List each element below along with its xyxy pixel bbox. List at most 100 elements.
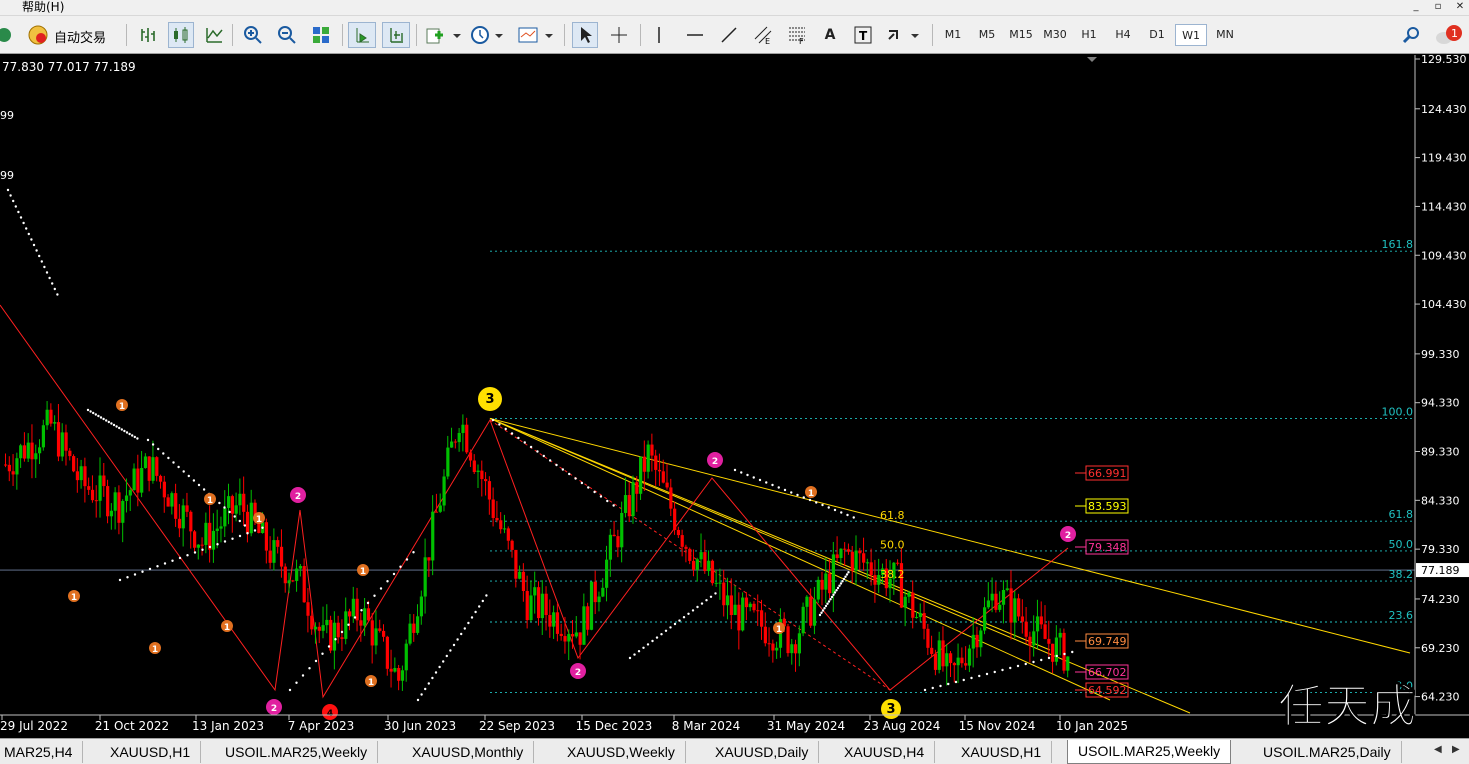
templates-dropdown-icon[interactable] bbox=[516, 22, 554, 48]
tile-windows-icon[interactable] bbox=[308, 22, 334, 48]
candle-body bbox=[737, 604, 741, 631]
line-chart-icon[interactable] bbox=[202, 22, 226, 48]
auto-trade-icon[interactable] bbox=[26, 22, 50, 48]
candle-body bbox=[790, 644, 794, 654]
candle-body bbox=[986, 600, 990, 608]
restore-icon[interactable]: ▫ bbox=[1430, 0, 1446, 14]
equidistant-channel-icon[interactable]: E bbox=[750, 22, 776, 48]
chart-tab[interactable]: MAR25,H4 bbox=[0, 741, 84, 763]
close-icon[interactable]: ✕ bbox=[1452, 0, 1468, 14]
candle-body bbox=[117, 492, 121, 523]
candle-body bbox=[389, 668, 393, 672]
arrows-dropdown-icon[interactable] bbox=[884, 22, 922, 48]
candle-body bbox=[465, 424, 469, 453]
candle-body bbox=[967, 648, 972, 666]
timeframe-m30[interactable]: M30 bbox=[1039, 24, 1071, 46]
wave-label-number: 2 bbox=[271, 704, 277, 714]
sar-dot bbox=[1040, 658, 1043, 662]
candle-body bbox=[567, 634, 571, 642]
price-axis-label: 119.430 bbox=[1421, 152, 1467, 165]
sar-dot bbox=[427, 682, 430, 685]
cursor-icon[interactable] bbox=[572, 22, 598, 48]
trendline-icon[interactable] bbox=[716, 22, 742, 48]
horizontal-line-icon[interactable] bbox=[682, 22, 708, 48]
timeframe-m15[interactable]: M15 bbox=[1005, 24, 1037, 46]
autoscroll-icon[interactable] bbox=[382, 22, 410, 48]
candle-body bbox=[918, 613, 922, 618]
chart-tab[interactable]: XAUUSD,Daily bbox=[705, 741, 820, 763]
candle-body bbox=[975, 634, 979, 648]
sar-dot bbox=[223, 540, 227, 543]
price-axis-label: 94.330 bbox=[1421, 397, 1460, 410]
candle-body bbox=[457, 432, 461, 443]
indicators-dropdown-icon[interactable] bbox=[424, 22, 462, 48]
sar-dot bbox=[386, 580, 389, 583]
sar-dot bbox=[746, 473, 749, 477]
chart-tab[interactable]: XAUUSD,Monthly bbox=[402, 741, 535, 763]
bar-chart-icon[interactable] bbox=[136, 22, 160, 48]
timeframe-d1[interactable]: D1 bbox=[1141, 24, 1173, 46]
text-label-icon[interactable]: T bbox=[850, 22, 876, 48]
sar-dot bbox=[126, 576, 129, 579]
candle-body bbox=[510, 540, 514, 550]
auto-trade-button[interactable]: 自动交易 bbox=[54, 27, 106, 46]
candle-body bbox=[325, 619, 329, 626]
chart-tab[interactable]: XAUUSD,Weekly bbox=[557, 741, 686, 763]
menu-help[interactable]: 帮助(H) bbox=[22, 0, 64, 15]
sar-dot bbox=[771, 483, 774, 487]
timeframe-w1[interactable]: W1 bbox=[1175, 24, 1207, 46]
tab-scroll-left-icon[interactable]: ◀ bbox=[1434, 744, 1442, 755]
candle-body bbox=[1054, 637, 1059, 662]
timeframe-m1[interactable]: M1 bbox=[937, 24, 969, 46]
globe-icon[interactable] bbox=[0, 22, 14, 48]
timeframe-h4[interactable]: H4 bbox=[1107, 24, 1139, 46]
zoom-in-icon[interactable] bbox=[240, 22, 266, 48]
candle-body bbox=[688, 548, 692, 561]
vertical-line-icon[interactable] bbox=[648, 22, 670, 48]
price-chart[interactable]: 161.8100.061.850.038.223.60.061.850.038.… bbox=[0, 55, 1469, 737]
candle-body bbox=[605, 559, 609, 588]
candle-body bbox=[450, 441, 454, 448]
tab-scroll-right-icon[interactable]: ▶ bbox=[1452, 744, 1460, 755]
sar-dot bbox=[223, 506, 226, 509]
chart-tab[interactable]: USOIL.MAR25,Daily bbox=[1253, 741, 1402, 763]
chart-tab[interactable]: XAUUSD,H1 bbox=[951, 741, 1053, 763]
sar-dot bbox=[171, 559, 174, 562]
sar-dot bbox=[1024, 662, 1027, 666]
text-icon[interactable]: A bbox=[818, 22, 842, 48]
chart-tab[interactable]: USOIL.MAR25,Weekly bbox=[215, 741, 379, 763]
candle-body bbox=[234, 505, 238, 514]
fibonacci-icon[interactable]: F bbox=[784, 22, 810, 48]
sar-dot bbox=[682, 616, 686, 619]
date-axis-label: 31 May 2024 bbox=[767, 719, 845, 733]
candle-body bbox=[650, 444, 654, 456]
candle-body bbox=[971, 634, 975, 649]
sar-dot bbox=[587, 486, 590, 489]
candlestick-icon[interactable] bbox=[168, 22, 194, 48]
chart-shift-icon[interactable] bbox=[348, 22, 376, 48]
sar-dot bbox=[555, 463, 558, 467]
candle-body bbox=[903, 596, 907, 608]
sar-dot bbox=[740, 471, 743, 474]
chart-tab[interactable]: XAUUSD,H4 bbox=[834, 741, 936, 763]
sar-dot bbox=[353, 616, 357, 619]
search-icon[interactable] bbox=[1400, 22, 1424, 48]
minimize-icon[interactable]: _ bbox=[1408, 0, 1424, 14]
timeframe-m5[interactable]: M5 bbox=[971, 24, 1003, 46]
chart-tab[interactable]: XAUUSD,H1 bbox=[100, 741, 202, 763]
candle-body bbox=[1062, 632, 1066, 671]
candle-body bbox=[1039, 616, 1043, 625]
sar-dot bbox=[815, 501, 818, 504]
timeframe-mn[interactable]: MN bbox=[1209, 24, 1241, 46]
timeframe-h1[interactable]: H1 bbox=[1073, 24, 1105, 46]
alerts-icon[interactable]: 1 bbox=[1434, 22, 1464, 48]
crosshair-icon[interactable] bbox=[606, 22, 632, 48]
sar-dot bbox=[105, 419, 108, 422]
chart-tab-active[interactable]: USOIL.MAR25,Weekly bbox=[1067, 740, 1232, 764]
candle-body bbox=[302, 566, 306, 603]
periods-dropdown-icon[interactable] bbox=[470, 22, 506, 48]
candle-body bbox=[317, 626, 321, 631]
candle-body bbox=[620, 512, 624, 548]
toolbar-separator bbox=[640, 24, 641, 46]
zoom-out-icon[interactable] bbox=[274, 22, 300, 48]
